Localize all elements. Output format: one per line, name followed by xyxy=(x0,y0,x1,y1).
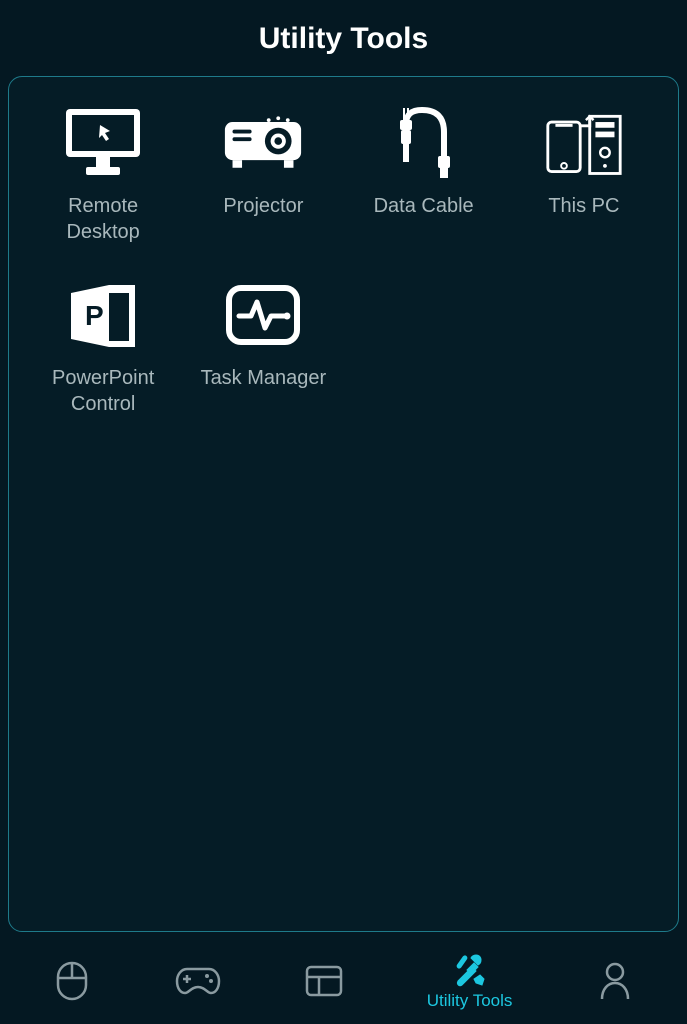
layout-icon xyxy=(304,964,344,998)
tool-label: Data Cable xyxy=(374,193,474,219)
tool-label: PowerPoint Control xyxy=(33,365,173,417)
tool-projector[interactable]: Projector xyxy=(187,99,339,249)
nav-label: Utility Tools xyxy=(427,991,513,1011)
nav-mouse[interactable] xyxy=(42,954,102,1008)
mouse-icon xyxy=(55,960,89,1002)
tool-data-cable[interactable]: Data Cable xyxy=(348,99,500,249)
svg-text:P: P xyxy=(85,300,104,331)
tool-powerpoint-control[interactable]: P PowerPoint Control xyxy=(27,271,179,421)
nav-profile[interactable] xyxy=(585,955,645,1007)
this-pc-icon xyxy=(544,103,624,183)
tool-label: Remote Desktop xyxy=(33,193,173,245)
page-title: Utility Tools xyxy=(0,22,687,56)
nav-utility-tools[interactable]: Utility Tools xyxy=(417,945,523,1017)
projector-icon xyxy=(223,103,303,183)
page-header: Utility Tools xyxy=(0,0,687,76)
nav-layout[interactable] xyxy=(294,958,354,1004)
gamepad-icon xyxy=(175,965,221,997)
tool-label: Projector xyxy=(223,193,303,219)
tool-remote-desktop[interactable]: Remote Desktop xyxy=(27,99,179,249)
tools-icon xyxy=(450,951,490,989)
nav-gamepad[interactable] xyxy=(165,959,231,1003)
tool-label: Task Manager xyxy=(201,365,327,391)
tool-task-manager[interactable]: Task Manager xyxy=(187,271,339,421)
tools-panel: Remote Desktop Projector xyxy=(8,76,679,932)
tools-grid: Remote Desktop Projector xyxy=(27,99,660,421)
data-cable-icon xyxy=(384,103,464,183)
remote-desktop-icon xyxy=(63,103,143,183)
tool-this-pc[interactable]: This PC xyxy=(508,99,660,249)
tool-label: This PC xyxy=(548,193,619,219)
person-icon xyxy=(598,961,632,1001)
task-manager-icon xyxy=(223,275,303,355)
bottom-nav: Utility Tools xyxy=(0,944,687,1024)
powerpoint-icon: P xyxy=(63,275,143,355)
